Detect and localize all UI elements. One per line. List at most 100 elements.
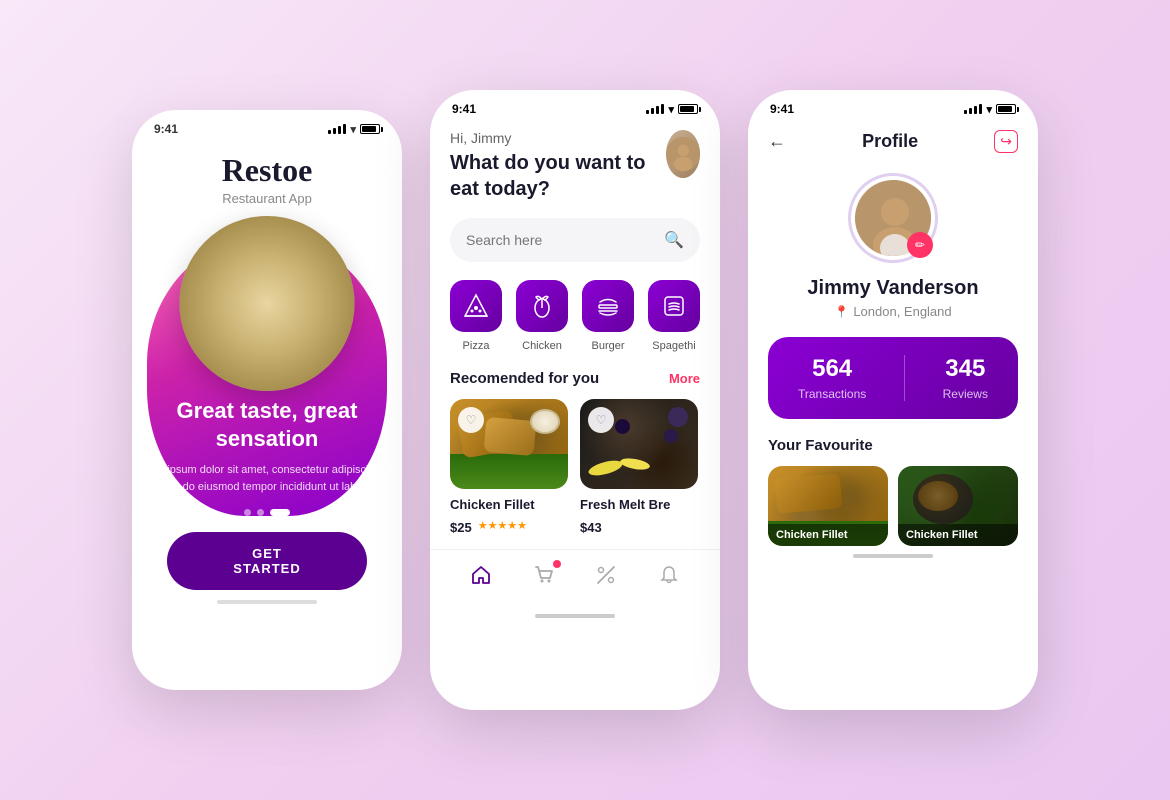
spagethi-icon-box xyxy=(648,280,700,332)
time-1: 9:41 xyxy=(154,122,178,136)
app-name: Restoe xyxy=(132,152,402,189)
category-pizza[interactable]: Pizza xyxy=(450,280,502,352)
stat-divider xyxy=(904,355,905,401)
burger-icon xyxy=(594,292,622,320)
food-card-title-1: Chicken Fillet xyxy=(450,497,568,512)
phone-profile: 9:41 ▾ ← Profile ↪ xyxy=(748,90,1038,710)
profile-avatar-section: ✏ xyxy=(768,173,1018,263)
status-bar-3: 9:41 ▾ xyxy=(748,90,1038,122)
dot-2 xyxy=(257,509,264,516)
heart-btn-1[interactable]: ♡ xyxy=(458,407,484,433)
reviews-value: 345 xyxy=(943,355,988,383)
food-card-2[interactable]: ♡ Fresh Melt Bre $43 xyxy=(580,399,698,535)
food-card-title-2: Fresh Melt Bre xyxy=(580,497,698,512)
battery-icon-3 xyxy=(996,104,1016,114)
greeting-hi: Hi, Jimmy xyxy=(450,130,666,146)
home-indicator-2 xyxy=(535,614,615,618)
battery-icon-2 xyxy=(678,104,698,114)
get-started-button[interactable]: GET STARTED xyxy=(167,532,367,590)
logout-button[interactable]: ↪ xyxy=(994,130,1018,153)
heart-btn-2[interactable]: ♡ xyxy=(588,407,614,433)
category-burger[interactable]: Burger xyxy=(582,280,634,352)
nav-cart[interactable] xyxy=(533,564,555,592)
pizza-icon xyxy=(462,292,490,320)
favourites-section: Your Favourite Chicken Fillet xyxy=(768,437,1018,546)
user-avatar[interactable] xyxy=(666,130,700,178)
food-rating-1: ★★★★★ xyxy=(478,519,527,532)
nav-discount[interactable] xyxy=(595,564,617,592)
fav-label-1: Chicken Fillet xyxy=(768,524,888,546)
phone-home: 9:41 ▾ Hi, Jimmy What do you want xyxy=(430,90,720,710)
food-card-1[interactable]: ♡ Chicken Fillet $25 ★★★★★ xyxy=(450,399,568,535)
food-card-price-1: $25 xyxy=(450,520,472,535)
home-nav-icon xyxy=(470,564,492,586)
hero-section: Great taste, great sensation Lorem ipsum… xyxy=(132,206,402,516)
profile-avatar-ring: ✏ xyxy=(848,173,938,263)
home-indicator-1 xyxy=(217,600,317,604)
wifi-icon-3: ▾ xyxy=(986,103,992,116)
category-chicken[interactable]: Chicken xyxy=(516,280,568,352)
profile-title: Profile xyxy=(862,131,918,152)
profile-header: ← Profile ↪ xyxy=(768,130,1018,153)
food-plate xyxy=(180,216,355,391)
fav-card-1[interactable]: Chicken Fillet xyxy=(768,466,888,546)
burger-label: Burger xyxy=(591,340,624,352)
more-link[interactable]: More xyxy=(669,371,700,386)
back-button[interactable]: ← xyxy=(768,131,786,152)
fav-card-2[interactable]: Chicken Fillet xyxy=(898,466,1018,546)
signal-icon xyxy=(328,124,346,134)
categories-row: Pizza Chicken xyxy=(450,280,700,352)
favourites-title: Your Favourite xyxy=(768,437,1018,454)
food-card-image-1: ♡ xyxy=(450,399,568,489)
spagethi-icon xyxy=(660,292,688,320)
burger-icon-box xyxy=(582,280,634,332)
avatar-image xyxy=(666,130,700,178)
stat-transactions: 564 Transactions xyxy=(798,355,866,401)
discount-nav-icon xyxy=(595,564,617,586)
status-icons-1: ▾ xyxy=(328,123,380,136)
category-spagethi[interactable]: Spagethi xyxy=(648,280,700,352)
reviews-label: Reviews xyxy=(943,387,988,401)
splash-headline: Great taste, great sensation xyxy=(132,397,402,454)
time-3: 9:41 xyxy=(770,102,794,116)
spagethi-label: Spagethi xyxy=(652,340,695,352)
greeting-row: Hi, Jimmy What do you want to eat today? xyxy=(450,130,700,202)
greeting-text: Hi, Jimmy What do you want to eat today? xyxy=(450,130,666,202)
pizza-label: Pizza xyxy=(463,340,490,352)
search-input[interactable] xyxy=(466,232,654,248)
transactions-value: 564 xyxy=(798,355,866,383)
time-2: 9:41 xyxy=(452,102,476,116)
bottom-nav xyxy=(430,549,720,606)
home-indicator-3 xyxy=(853,554,933,558)
greeting-question: What do you want to eat today? xyxy=(450,150,666,202)
dot-3 xyxy=(270,509,290,516)
stat-reviews: 345 Reviews xyxy=(943,355,988,401)
chicken-icon xyxy=(528,292,556,320)
recommended-header: Recomended for you More xyxy=(450,370,700,387)
profile-location-text: London, England xyxy=(853,304,951,319)
home-content: Hi, Jimmy What do you want to eat today?… xyxy=(430,130,720,535)
search-icon: 🔍 xyxy=(664,230,684,250)
phone-splash: 9:41 ▾ Restoe Restaurant App xyxy=(132,110,402,690)
pagination-dots xyxy=(132,509,402,516)
fav-label-2: Chicken Fillet xyxy=(898,524,1018,546)
food-card-price-2: $43 xyxy=(580,520,602,535)
location-pin-icon: 📍 xyxy=(834,305,849,319)
nav-notification[interactable] xyxy=(658,564,680,592)
status-icons-2: ▾ xyxy=(646,103,698,116)
nav-home[interactable] xyxy=(470,564,492,592)
edit-avatar-button[interactable]: ✏ xyxy=(907,232,933,258)
profile-name: Jimmy Vanderson xyxy=(768,277,1018,300)
food-cards-row: ♡ Chicken Fillet $25 ★★★★★ xyxy=(450,399,700,535)
chicken-icon-box xyxy=(516,280,568,332)
transactions-label: Transactions xyxy=(798,387,866,401)
dot-1 xyxy=(244,509,251,516)
profile-location: 📍 London, England xyxy=(768,304,1018,319)
profile-content: ← Profile ↪ xyxy=(748,130,1038,546)
search-bar[interactable]: 🔍 xyxy=(450,218,700,262)
cart-badge xyxy=(553,560,561,568)
splash-body: Lorem ipsum dolor sit amet, consectetur … xyxy=(132,462,402,497)
favourites-grid: Chicken Fillet Chicken Fillet xyxy=(768,466,1018,546)
food-image-pasta xyxy=(180,216,355,391)
status-icons-3: ▾ xyxy=(964,103,1016,116)
